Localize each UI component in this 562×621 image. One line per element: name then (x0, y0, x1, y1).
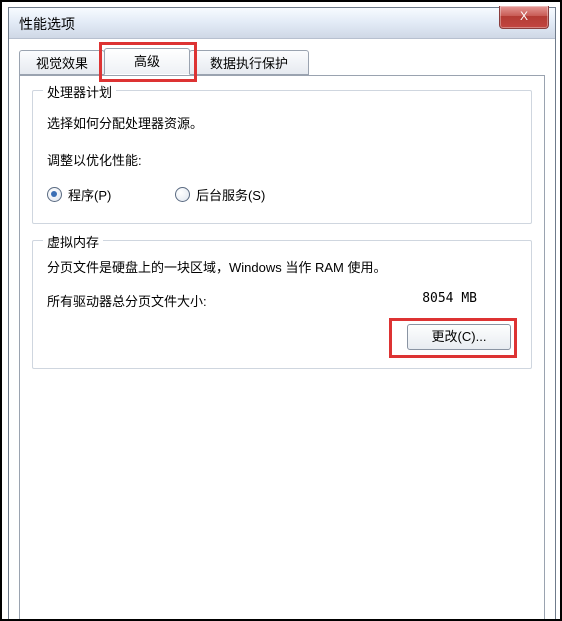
radio-label: 后台服务(S) (196, 185, 265, 204)
vmem-total-value: 8054 MB (422, 291, 517, 310)
radio-background-services[interactable]: 后台服务(S) (175, 185, 265, 204)
tab-visual-effects[interactable]: 视觉效果 (19, 50, 105, 75)
radio-label: 程序(P) (68, 185, 111, 204)
change-button[interactable]: 更改(C)... (407, 324, 511, 350)
tab-label: 视觉效果 (36, 56, 88, 71)
vmem-total-row: 所有驱动器总分页文件大小: 8054 MB (47, 291, 517, 310)
performance-options-window: 性能选项 X 视觉效果 高级 数据执行保护 处理器计划 (8, 7, 556, 621)
close-icon: X (520, 9, 528, 23)
processor-desc: 选择如何分配处理器资源。 (47, 113, 517, 132)
vmem-button-row: 更改(C)... (47, 324, 517, 350)
screenshot-frame: 性能选项 X 视觉效果 高级 数据执行保护 处理器计划 (0, 0, 562, 621)
group-title: 虚拟内存 (43, 232, 103, 251)
tabstrip: 视觉效果 高级 数据执行保护 (19, 48, 545, 76)
optimize-label: 调整以优化性能: (47, 150, 517, 169)
group-title: 处理器计划 (43, 82, 116, 101)
tab-label: 高级 (134, 54, 160, 69)
client-area: 视觉效果 高级 数据执行保护 处理器计划 选择如何分配处理器资源。 调整以优化性… (19, 48, 545, 616)
radio-group-optimize: 程序(P) 后台服务(S) (47, 185, 517, 205)
titlebar[interactable]: 性能选项 X (9, 8, 555, 39)
tab-advanced[interactable]: 高级 (104, 48, 190, 75)
tabpanel-advanced: 处理器计划 选择如何分配处理器资源。 调整以优化性能: 程序(P) 后台服务(S… (19, 75, 545, 621)
group-processor-scheduling: 处理器计划 选择如何分配处理器资源。 调整以优化性能: 程序(P) 后台服务(S… (32, 90, 532, 224)
tab-label: 数据执行保护 (210, 56, 288, 71)
radio-programs[interactable]: 程序(P) (47, 185, 111, 204)
vmem-total-label: 所有驱动器总分页文件大小: (47, 291, 207, 310)
group-virtual-memory: 虚拟内存 分页文件是硬盘上的一块区域，Windows 当作 RAM 使用。 所有… (32, 240, 532, 369)
vmem-desc: 分页文件是硬盘上的一块区域，Windows 当作 RAM 使用。 (47, 257, 517, 279)
tab-dep[interactable]: 数据执行保护 (189, 50, 309, 75)
radio-dot-icon (47, 187, 62, 202)
close-button[interactable]: X (499, 6, 549, 29)
button-label: 更改(C)... (432, 329, 487, 344)
window-title: 性能选项 (19, 14, 75, 34)
radio-dot-icon (175, 187, 190, 202)
